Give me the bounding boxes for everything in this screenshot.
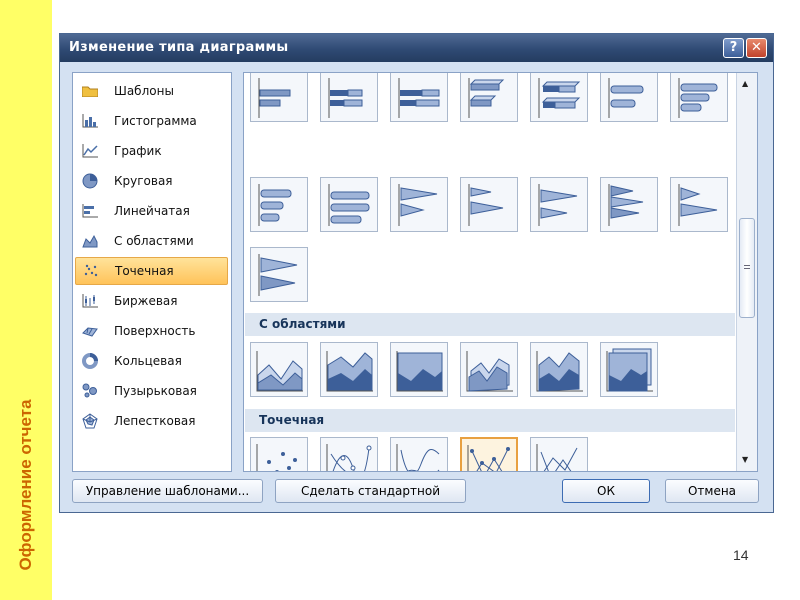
- category-item-column[interactable]: Гистограмма: [75, 107, 228, 135]
- category-label: Шаблоны: [114, 84, 174, 98]
- chart-thumbnail-cylinder-bar-3d[interactable]: [320, 177, 378, 232]
- category-label: Точечная: [115, 264, 174, 278]
- chart-thumbnail-area-3d-stacked[interactable]: [530, 342, 588, 397]
- dialog-title: Изменение типа диаграммы: [69, 40, 289, 55]
- category-item-radar[interactable]: Лепестковая: [75, 407, 228, 435]
- category-label: График: [114, 144, 162, 158]
- chart-thumbnail-bar-3d-stacked[interactable]: [530, 73, 588, 122]
- section-label: С областями: [259, 317, 346, 331]
- category-item-stock[interactable]: Биржевая: [75, 287, 228, 315]
- bar-chart-icon: [80, 202, 100, 220]
- chart-category-list: Шаблоны Гистограмма График Круговая Лине…: [72, 72, 232, 472]
- category-item-bubble[interactable]: Пузырьковая: [75, 377, 228, 405]
- chart-thumbnail-cone-bar-stacked[interactable]: [460, 177, 518, 232]
- chart-thumbnail-scatter-straight-markers[interactable]: [460, 437, 518, 471]
- chart-thumbnail-area-stacked[interactable]: [320, 342, 378, 397]
- category-item-line[interactable]: График: [75, 137, 228, 165]
- category-item-pie[interactable]: Круговая: [75, 167, 228, 195]
- help-button[interactable]: ?: [723, 38, 744, 58]
- doughnut-chart-icon: [80, 352, 100, 370]
- chart-thumbnail-pyramid-bar-100-stacked[interactable]: [250, 247, 308, 302]
- chart-thumbnail-cylinder-bar-100-stacked[interactable]: [250, 177, 308, 232]
- dialog-titlebar[interactable]: Изменение типа диаграммы ? ✕: [60, 34, 773, 62]
- category-label: Гистограмма: [114, 114, 197, 128]
- slide-side-title: Оформление отчета: [16, 399, 35, 571]
- chart-thumbnail-area-3d-100-stacked[interactable]: [600, 342, 658, 397]
- scrollbar-thumb[interactable]: [739, 218, 755, 318]
- category-label: С областями: [114, 234, 194, 248]
- folder-icon: [80, 82, 100, 100]
- category-item-doughnut[interactable]: Кольцевая: [75, 347, 228, 375]
- bubble-chart-icon: [80, 382, 100, 400]
- category-item-scatter[interactable]: Точечная: [75, 257, 228, 285]
- category-item-bar[interactable]: Линейчатая: [75, 197, 228, 225]
- category-label: Пузырьковая: [114, 384, 197, 398]
- category-item-area[interactable]: С областями: [75, 227, 228, 255]
- category-label: Биржевая: [114, 294, 178, 308]
- category-label: Кольцевая: [114, 354, 182, 368]
- chart-thumbnail-bar-100-stacked[interactable]: [390, 73, 448, 122]
- close-button[interactable]: ✕: [746, 38, 767, 58]
- scroll-up-icon[interactable]: ▲: [742, 79, 748, 88]
- column-chart-icon: [80, 112, 100, 130]
- chart-thumbnail-area-100-stacked[interactable]: [390, 342, 448, 397]
- section-header-area: С областями: [245, 313, 735, 336]
- chart-subtype-gallery: С областями Точечная ▲ ▼: [243, 72, 758, 472]
- chart-thumbnail-pyramid-bar-stacked[interactable]: [670, 177, 728, 232]
- chart-thumbnail-scatter-smooth[interactable]: [390, 437, 448, 471]
- scatter-chart-icon: [81, 262, 101, 280]
- line-chart-icon: [80, 142, 100, 160]
- change-chart-type-dialog: Изменение типа диаграммы ? ✕ Шаблоны Гис…: [59, 33, 774, 513]
- chart-thumbnail-scatter-markers[interactable]: [250, 437, 308, 471]
- category-label: Круговая: [114, 174, 173, 188]
- ok-button[interactable]: ОК: [562, 479, 650, 503]
- category-label: Линейчатая: [114, 204, 190, 218]
- set-as-default-button[interactable]: Сделать стандартной: [275, 479, 466, 503]
- chart-thumbnail-cylinder-bar-stacked[interactable]: [670, 73, 728, 122]
- area-chart-icon: [80, 232, 100, 250]
- surface-chart-icon: [80, 322, 100, 340]
- cancel-button[interactable]: Отмена: [665, 479, 759, 503]
- chart-thumbnail-bar-stacked[interactable]: [320, 73, 378, 122]
- gallery-scrollbar[interactable]: ▲ ▼: [736, 73, 757, 471]
- chart-thumbnail-cone-bar-clustered[interactable]: [390, 177, 448, 232]
- category-item-surface[interactable]: Поверхность: [75, 317, 228, 345]
- chart-thumbnail-area[interactable]: [250, 342, 308, 397]
- grip-icon: [744, 265, 750, 269]
- slide-sidebar-bar: Оформление отчета: [0, 0, 52, 600]
- chart-thumbnail-pyramid-bar-clustered[interactable]: [600, 177, 658, 232]
- chart-thumbnail-cone-bar-100-stacked[interactable]: [530, 177, 588, 232]
- radar-chart-icon: [80, 412, 100, 430]
- section-label: Точечная: [259, 413, 325, 427]
- category-label: Лепестковая: [114, 414, 196, 428]
- chart-thumbnail-bar-3d-clustered[interactable]: [460, 73, 518, 122]
- scroll-down-icon[interactable]: ▼: [742, 455, 748, 464]
- category-item-templates[interactable]: Шаблоны: [75, 77, 228, 105]
- category-label: Поверхность: [114, 324, 196, 338]
- slide-page-number: 14: [733, 547, 749, 563]
- chart-thumbnail-scatter-smooth-markers[interactable]: [320, 437, 378, 471]
- manage-templates-button[interactable]: Управление шаблонами...: [72, 479, 263, 503]
- chart-thumbnail-cylinder-bar-clustered[interactable]: [600, 73, 658, 122]
- section-header-scatter: Точечная: [245, 409, 735, 432]
- chart-thumbnail-area-3d[interactable]: [460, 342, 518, 397]
- pie-chart-icon: [80, 172, 100, 190]
- chart-thumbnail-scatter-straight[interactable]: [530, 437, 588, 471]
- chart-thumbnail-bar-clustered[interactable]: [250, 73, 308, 122]
- stock-chart-icon: [80, 292, 100, 310]
